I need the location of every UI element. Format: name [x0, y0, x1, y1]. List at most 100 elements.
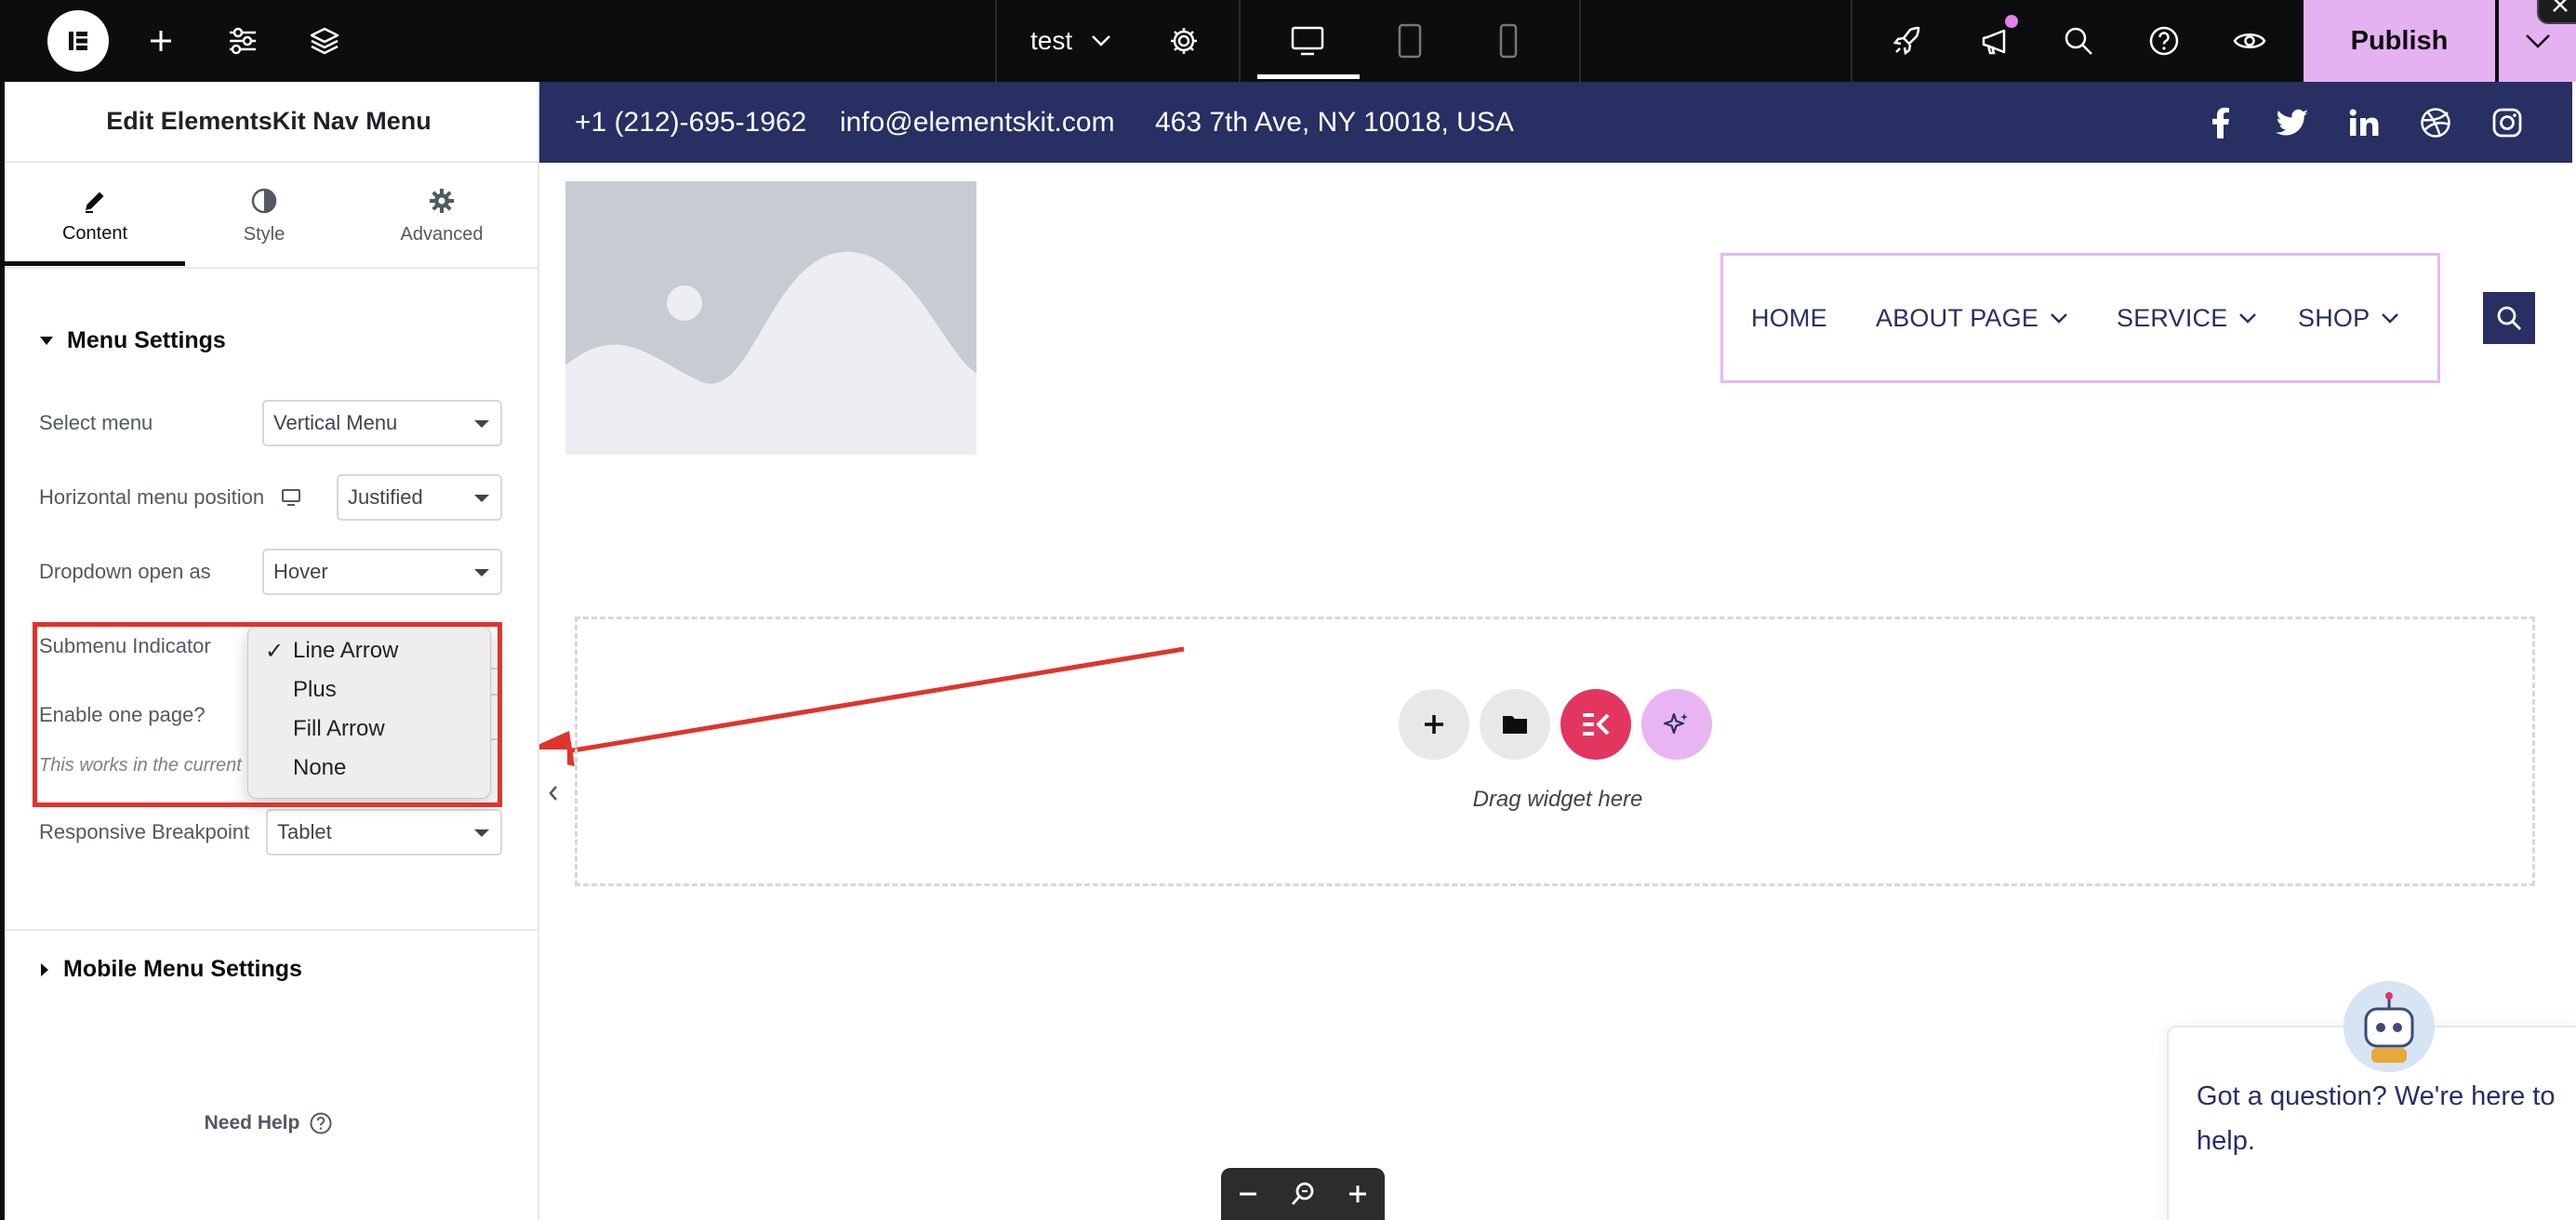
- elementor-logo-button[interactable]: [45, 0, 112, 82]
- publish-button[interactable]: Publish: [2304, 0, 2495, 82]
- dropdown-open-value: Hover: [273, 560, 328, 583]
- zoom-fit-icon[interactable]: [1289, 1180, 1317, 1208]
- site-settings-button[interactable]: [221, 0, 264, 82]
- elementor-logo-icon: [47, 10, 109, 72]
- toolbar-divider: [1579, 0, 1581, 82]
- desktop-icon[interactable]: [281, 488, 301, 507]
- chevron-down-icon: [2051, 313, 2067, 324]
- tab-content-label: Content: [61, 222, 128, 244]
- page-settings-button[interactable]: [1162, 0, 1205, 82]
- panel-left-edge: [0, 82, 5, 1220]
- logo-image-placeholder[interactable]: [565, 181, 976, 455]
- tab-style[interactable]: Style: [185, 165, 343, 267]
- tab-style-label: Style: [243, 223, 285, 245]
- zoom-out-icon[interactable]: [1236, 1182, 1260, 1206]
- nav-item-label: SHOP: [2298, 303, 2370, 332]
- mobile-view-button[interactable]: [1482, 0, 1534, 82]
- active-device-indicator: [1257, 74, 1360, 79]
- twitter-icon[interactable]: [2272, 102, 2313, 143]
- tablet-icon: [1398, 23, 1422, 59]
- chat-bot-avatar[interactable]: [2344, 981, 2435, 1072]
- preview-canvas: +1 (212)-695-1962 info@elementskit.com 4…: [539, 82, 2576, 1220]
- horizontal-position-dropdown[interactable]: Justified: [337, 474, 502, 521]
- widget-drop-zone[interactable]: [575, 617, 2535, 886]
- image-placeholder-icon: [565, 181, 976, 455]
- gear-icon: [1171, 28, 1197, 54]
- caret-down-icon: [474, 569, 489, 577]
- robot-avatar-icon: [2344, 981, 2435, 1072]
- nav-item-service[interactable]: SERVICE: [2117, 256, 2257, 380]
- notification-badge: [2005, 15, 2018, 28]
- help-button[interactable]: [2143, 0, 2185, 82]
- responsive-breakpoint-value: Tablet: [277, 820, 332, 843]
- desktop-view-button[interactable]: [1281, 0, 1334, 82]
- sliders-icon: [230, 27, 256, 55]
- caret-down-icon: [474, 420, 489, 428]
- section-divider: [0, 929, 538, 931]
- instagram-icon[interactable]: [2487, 102, 2528, 143]
- plus-icon: [1425, 715, 1443, 734]
- menu-settings-title: Menu Settings: [67, 327, 226, 353]
- horizontal-position-label-row: Horizontal menu position: [39, 485, 301, 510]
- layers-icon: [310, 27, 339, 55]
- publish-label: Publish: [2350, 25, 2449, 56]
- nav-item-about-page[interactable]: ABOUT PAGE: [1876, 256, 2068, 380]
- zoom-in-icon[interactable]: [1346, 1182, 1370, 1206]
- nav-search-button[interactable]: [2483, 292, 2535, 344]
- toolbar-divider: [1851, 0, 1852, 82]
- rocket-icon: [1892, 26, 1920, 56]
- add-element-button[interactable]: [139, 0, 182, 82]
- caret-down-icon: [474, 495, 489, 502]
- select-menu-dropdown[interactable]: Vertical Menu: [262, 400, 502, 446]
- help-circle-icon: [2149, 26, 2179, 56]
- pencil-icon: [86, 192, 104, 213]
- preview-button[interactable]: [2228, 0, 2271, 82]
- menu-settings-section-toggle[interactable]: Menu Settings: [39, 327, 226, 354]
- add-template-button[interactable]: [1480, 689, 1550, 760]
- sparkle-icon: [1663, 712, 1688, 735]
- megaphone-icon: [1982, 29, 2006, 55]
- dribbble-icon[interactable]: [2415, 102, 2456, 143]
- mobile-menu-settings-section-toggle[interactable]: Mobile Menu Settings: [39, 956, 302, 983]
- tab-content[interactable]: Content: [5, 165, 185, 267]
- ai-assistant-button[interactable]: [1641, 689, 1712, 760]
- chevron-down-icon: [2382, 313, 2399, 324]
- dropdown-open-label: Dropdown open as: [39, 560, 211, 583]
- toolbar-divider: [1239, 0, 1241, 82]
- need-help-link[interactable]: Need Help: [0, 1111, 538, 1135]
- nav-item-shop[interactable]: SHOP: [2298, 256, 2399, 380]
- nav-item-label: HOME: [1751, 303, 1827, 332]
- nav-item-home[interactable]: HOME: [1751, 256, 1827, 380]
- facebook-icon[interactable]: [2200, 102, 2241, 143]
- toolbar-divider: [995, 0, 997, 82]
- caret-down-icon: [40, 336, 53, 345]
- tablet-view-button[interactable]: [1384, 0, 1436, 82]
- folder-icon: [1503, 716, 1527, 734]
- dropdown-open-dropdown[interactable]: Hover: [262, 549, 502, 595]
- annotation-highlight-box: [33, 622, 502, 807]
- address-text: 463 7th Ave, NY 10018, USA: [1155, 106, 1514, 138]
- responsive-breakpoint-dropdown[interactable]: Tablet: [266, 809, 502, 855]
- nav-menu-widget[interactable]: HOME ABOUT PAGE SERVICE SHOP: [1720, 253, 2440, 383]
- document-title: test: [1030, 26, 1073, 55]
- active-tab-indicator: [5, 261, 185, 266]
- top-bar: test Publish: [0, 0, 2576, 82]
- select-menu-value: Vertical Menu: [273, 411, 398, 434]
- tab-advanced-label: Advanced: [400, 223, 484, 245]
- document-title-dropdown[interactable]: test: [1030, 0, 1111, 82]
- elementskit-logo-icon: [1583, 713, 1610, 736]
- close-icon: [2553, 0, 2568, 12]
- linkedin-icon[interactable]: [2344, 102, 2384, 143]
- chevron-down-icon: [2239, 313, 2257, 324]
- add-section-button[interactable]: [1399, 689, 1469, 760]
- close-button[interactable]: [2537, 0, 2576, 24]
- elementskit-library-button[interactable]: [1560, 689, 1631, 760]
- structure-button[interactable]: [303, 0, 346, 82]
- launchpad-button[interactable]: [1886, 0, 1929, 82]
- tab-advanced[interactable]: Advanced: [353, 165, 530, 267]
- eye-icon: [2233, 33, 2266, 48]
- nav-item-label: ABOUT PAGE: [1876, 303, 2039, 332]
- finder-button[interactable]: [2057, 0, 2100, 82]
- panel-title: Edit ElementsKit Nav Menu: [0, 82, 538, 163]
- notifications-button[interactable]: [1973, 0, 2016, 82]
